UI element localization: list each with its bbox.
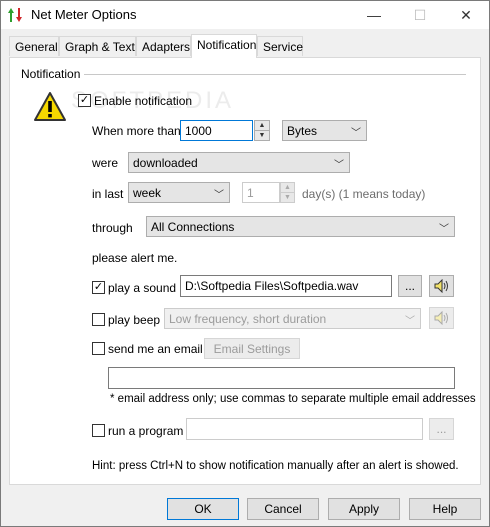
group-title: Notification xyxy=(21,67,81,81)
threshold-spinner[interactable]: ▲ ▼ xyxy=(254,120,270,141)
beep-select: Low frequency, short duration ﹀ xyxy=(164,308,421,329)
email-note: * email address only; use commas to sepa… xyxy=(110,393,476,405)
cancel-button[interactable]: Cancel xyxy=(247,498,319,520)
play-beep-checkbox[interactable] xyxy=(92,313,105,326)
in-last-label: in last xyxy=(92,187,124,201)
spin-up-icon[interactable]: ▲ xyxy=(255,121,269,130)
warning-icon xyxy=(34,92,66,121)
run-program-label: run a program xyxy=(108,424,184,438)
speaker-icon xyxy=(434,279,448,293)
direction-select[interactable]: downloaded ﹀ xyxy=(128,152,350,173)
tab-graph-text[interactable]: Graph & Text xyxy=(59,36,136,56)
play-sound-button[interactable] xyxy=(429,275,454,297)
tab-label: Graph & Text xyxy=(65,40,135,54)
tab-general[interactable]: General xyxy=(9,36,59,56)
maximize-icon: ☐ xyxy=(413,6,427,23)
period-select[interactable]: week ﹀ xyxy=(128,182,230,203)
email-address-input[interactable] xyxy=(108,367,455,389)
beep-select-value: Low frequency, short duration xyxy=(169,312,327,326)
tab-notification[interactable]: Notification xyxy=(191,34,257,58)
check-mark: ✓ xyxy=(79,94,90,106)
connection-select-value: All Connections xyxy=(151,220,235,234)
program-path-input xyxy=(186,418,423,440)
threshold-input[interactable]: 1000 xyxy=(180,120,253,141)
maximize-button: ☐ xyxy=(397,1,443,29)
tab-adapters[interactable]: Adapters xyxy=(136,36,191,56)
send-email-label: send me an email xyxy=(108,342,203,356)
direction-select-value: downloaded xyxy=(133,156,198,170)
tab-service[interactable]: Service xyxy=(257,36,303,56)
check-mark: ✓ xyxy=(93,281,104,293)
browse-sound-button[interactable]: ... xyxy=(398,275,422,297)
unit-select[interactable]: Bytes ﹀ xyxy=(282,120,367,141)
chevron-down-icon: ﹀ xyxy=(214,190,224,201)
email-settings-button: Email Settings xyxy=(204,338,300,359)
chevron-down-icon: ﹀ xyxy=(405,316,415,327)
through-label: through xyxy=(92,221,133,235)
play-beep-label: play beep xyxy=(108,313,161,327)
window-title: Net Meter Options xyxy=(31,7,137,22)
speaker-icon xyxy=(434,311,448,325)
title-bar: Net Meter Options — ☐ ✕ xyxy=(1,1,489,29)
connection-select[interactable]: All Connections ﹀ xyxy=(146,216,455,237)
tab-label: Adapters xyxy=(142,40,191,54)
sound-file-input[interactable]: D:\Softpedia Files\Softpedia.wav xyxy=(180,275,392,297)
tab-label: General xyxy=(15,40,58,54)
options-window: Net Meter Options — ☐ ✕ General Graph & … xyxy=(0,0,490,527)
days-spinner: ▲ ▼ xyxy=(280,182,295,203)
spin-down-icon[interactable]: ▼ xyxy=(255,130,269,140)
ok-button[interactable]: OK xyxy=(167,498,239,520)
chevron-down-icon: ﹀ xyxy=(351,128,361,139)
run-program-checkbox[interactable] xyxy=(92,424,105,437)
play-sound-label: play a sound xyxy=(108,281,177,295)
minimize-button[interactable]: — xyxy=(351,1,397,29)
send-email-checkbox[interactable] xyxy=(92,342,105,355)
were-label: were xyxy=(92,156,119,170)
close-button[interactable]: ✕ xyxy=(443,1,489,29)
chevron-down-icon: ﹀ xyxy=(439,224,449,235)
play-beep-button xyxy=(429,307,454,329)
days-input: 1 xyxy=(242,182,280,203)
group-divider xyxy=(84,74,466,75)
tab-label: Service xyxy=(263,40,304,54)
period-select-value: week xyxy=(133,186,162,200)
tab-label: Notification xyxy=(197,38,257,52)
hint-text: Hint: press Ctrl+N to show notification … xyxy=(92,460,459,472)
minimize-icon: — xyxy=(367,7,381,23)
alert-text: please alert me. xyxy=(92,251,178,265)
spin-up-icon: ▲ xyxy=(284,184,291,191)
play-sound-checkbox[interactable]: ✓ xyxy=(92,281,105,294)
unit-select-value: Bytes xyxy=(287,124,318,138)
browse-program-button: ... xyxy=(429,418,454,440)
net-meter-app-icon xyxy=(8,8,22,22)
apply-button[interactable]: Apply xyxy=(328,498,400,520)
when-more-than-label: When more than xyxy=(92,124,181,138)
close-icon: ✕ xyxy=(460,6,472,23)
help-button[interactable]: Help xyxy=(409,498,481,520)
enable-notification-checkbox[interactable]: ✓ xyxy=(78,94,91,107)
days-hint: day(s) (1 means today) xyxy=(302,187,426,201)
enable-notification-label: Enable notification xyxy=(94,94,193,108)
spin-down-icon: ▼ xyxy=(281,192,294,202)
chevron-down-icon: ﹀ xyxy=(334,160,344,171)
